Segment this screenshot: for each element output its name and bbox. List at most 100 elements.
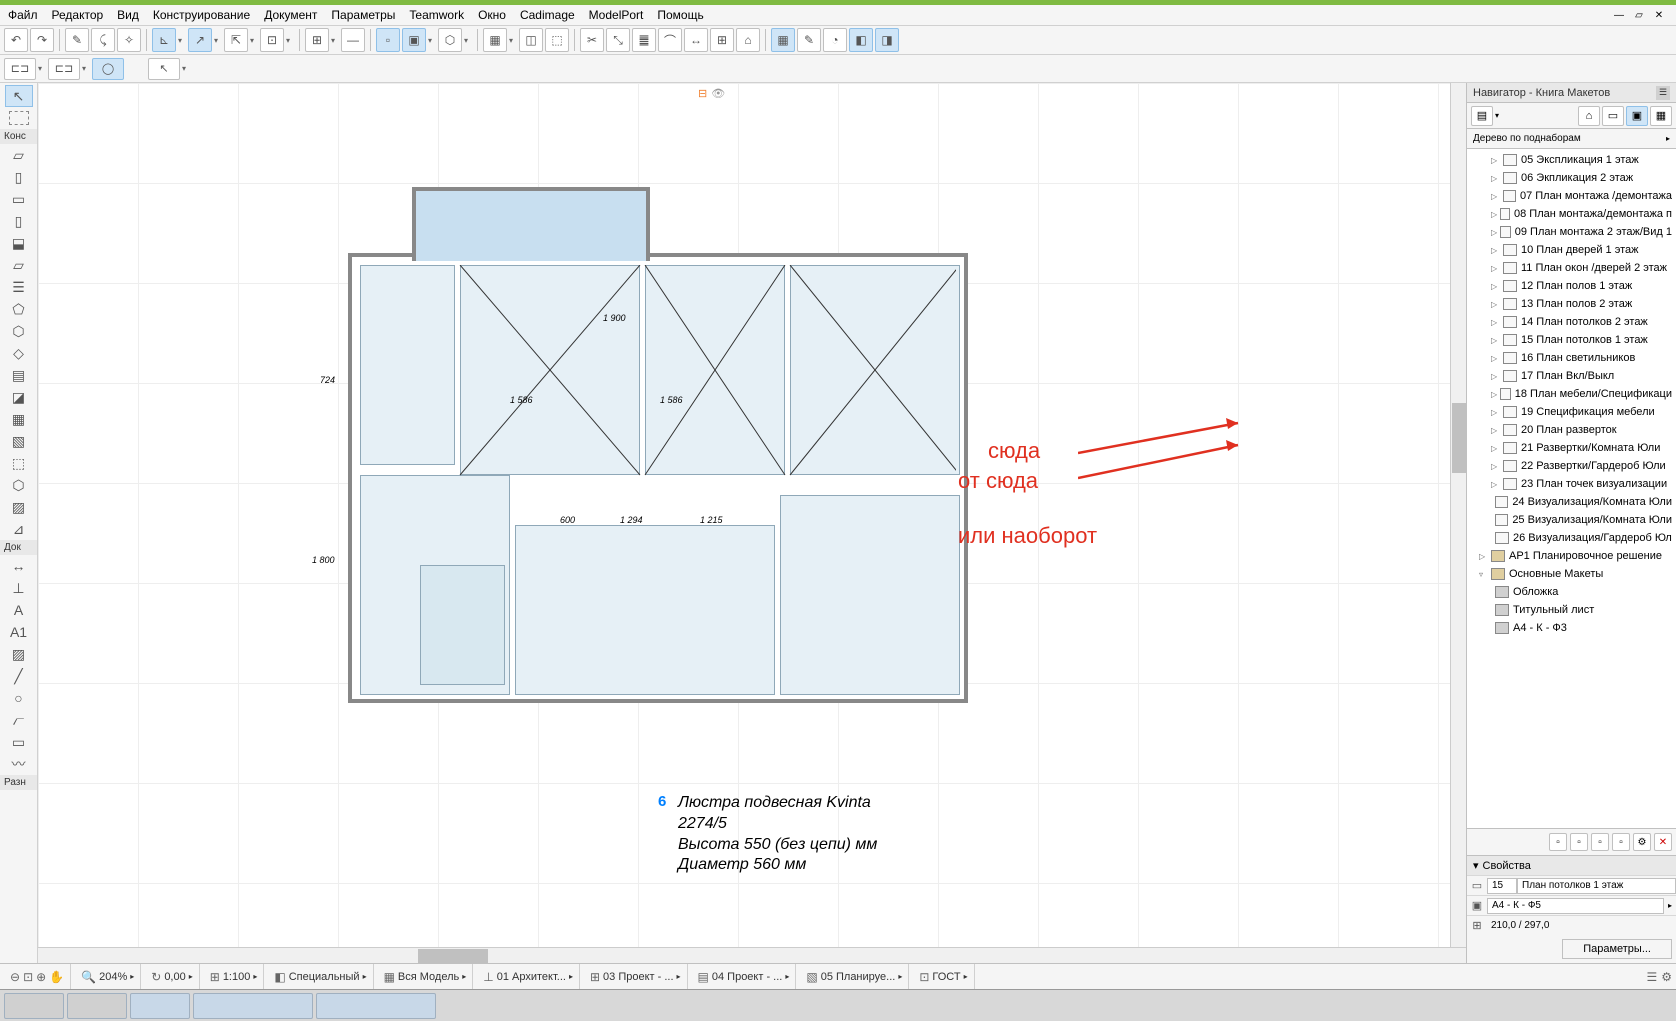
new-layout-icon[interactable]: ▫ — [1549, 833, 1567, 851]
tree-item-16[interactable]: ▷16 План светильников — [1467, 349, 1676, 367]
split-icon[interactable]: ✂ — [580, 28, 604, 52]
syringe-icon[interactable]: ⤹ — [91, 28, 115, 52]
menu-window[interactable]: Окно — [478, 8, 506, 22]
taskbar-item-3[interactable] — [130, 993, 190, 1019]
wand-icon[interactable]: ✧ — [117, 28, 141, 52]
align-icon[interactable]: ⌂ — [736, 28, 760, 52]
standard-value[interactable]: ГОСТ — [932, 971, 960, 983]
tree-item-11[interactable]: ▷11 План окон /дверей 2 этаж — [1467, 259, 1676, 277]
lamp-tool[interactable]: ⬡ — [5, 474, 33, 496]
menu-help[interactable]: Помощь — [657, 8, 703, 22]
redo-icon[interactable]: ↷ — [30, 28, 54, 52]
marquee-mode2-icon[interactable]: ⊏⊐ — [48, 58, 80, 80]
cutaway-icon[interactable]: ⬚ — [545, 28, 569, 52]
trace-bar-icon[interactable]: ⊟ — [698, 87, 707, 100]
horizontal-scrollbar[interactable] — [418, 949, 488, 963]
tree-item-07[interactable]: ▷07 План монтажа /демонтажа — [1467, 187, 1676, 205]
layout-id-field[interactable]: 15 — [1487, 878, 1517, 894]
status-tab-04[interactable]: 04 Проект - ... — [712, 971, 782, 983]
edit-icon[interactable]: ✎ — [797, 28, 821, 52]
pan-icon[interactable]: ✋ — [49, 970, 64, 984]
taskbar-item-2[interactable] — [67, 993, 127, 1019]
nav-popup-icon[interactable]: ▤ — [1471, 106, 1493, 126]
tree-item-05[interactable]: ▷05 Экспликация 1 этаж — [1467, 151, 1676, 169]
filter-value[interactable]: Специальный — [289, 971, 360, 983]
scale-value[interactable]: 1:100 — [223, 971, 251, 983]
tree-item-14[interactable]: ▷14 План потолков 2 этаж — [1467, 313, 1676, 331]
tree-item-06[interactable]: ▷06 Экпликация 2 этаж — [1467, 169, 1676, 187]
snap-guide-icon[interactable]: ⇱ — [224, 28, 248, 52]
snap-xy-icon[interactable]: ⊾ — [152, 28, 176, 52]
tree-item-12[interactable]: ▷12 План полов 1 этаж — [1467, 277, 1676, 295]
taskbar-item-1[interactable] — [4, 993, 64, 1019]
explode-icon[interactable]: ⊞ — [710, 28, 734, 52]
suspend-group-icon[interactable]: ⬡ — [438, 28, 462, 52]
roof-tool[interactable]: ⬠ — [5, 298, 33, 320]
menu-edit[interactable]: Редактор — [52, 8, 104, 22]
parameters-button[interactable]: Параметры... — [1562, 939, 1672, 959]
master-layout-field[interactable]: А4 - К - Ф5 — [1487, 898, 1664, 914]
column-tool[interactable]: ▯ — [5, 210, 33, 232]
spline-tool[interactable]: 〰 — [5, 753, 33, 775]
slab-tool[interactable]: ▱ — [5, 254, 33, 276]
filter-icon[interactable]: ▦ — [483, 28, 507, 52]
taskbar-item-4[interactable] — [193, 993, 313, 1019]
tree-item-19[interactable]: ▷19 Спецификация мебели — [1467, 403, 1676, 421]
object-tool[interactable]: ⬚ — [5, 452, 33, 474]
tree-mode-dropdown[interactable]: Дерево по поднаборам▸ — [1467, 129, 1676, 149]
wall-tool[interactable]: ▱ — [5, 144, 33, 166]
skylight-tool[interactable]: ◇ — [5, 342, 33, 364]
grid-snap-icon[interactable]: ⊞ — [305, 28, 329, 52]
marquee-mode3-icon[interactable]: ◯ — [92, 58, 124, 80]
circle-tool[interactable]: ○ — [5, 687, 33, 709]
morph-tool[interactable]: ◪ — [5, 386, 33, 408]
arrow-tool-icon[interactable]: ↖ — [148, 58, 180, 80]
tree-item-10[interactable]: ▷10 План дверей 1 этаж — [1467, 241, 1676, 259]
tree-item-09[interactable]: ▷09 План монтажа 2 этаж/Вид 1 — [1467, 223, 1676, 241]
tree-item-24[interactable]: 24 Визуализация/Комната Юли — [1467, 493, 1676, 511]
text-tool[interactable]: A — [5, 599, 33, 621]
level-dim-tool[interactable]: ⊥ — [5, 577, 33, 599]
fillet-icon[interactable]: ⌒ — [658, 28, 682, 52]
tree-item-22[interactable]: ▷22 Развертки/Гардероб Юли — [1467, 457, 1676, 475]
guidelines-icon[interactable]: ↗ — [188, 28, 212, 52]
menu-file[interactable]: Файл — [8, 8, 38, 22]
menu-design[interactable]: Конструирование — [153, 8, 250, 22]
window-restore[interactable]: ▱ — [1630, 8, 1648, 22]
new-subset-icon[interactable]: ▫ — [1591, 833, 1609, 851]
new-master-icon[interactable]: ▫ — [1570, 833, 1588, 851]
tree-folder-ap1[interactable]: ▷АР1 Планировочное решение — [1467, 547, 1676, 565]
delete-icon[interactable]: ✕ — [1654, 833, 1672, 851]
tree-item-08[interactable]: ▷08 План монтажа/демонтажа п — [1467, 205, 1676, 223]
menu-modelport[interactable]: ModelPort — [589, 8, 644, 22]
curtain-wall-tool[interactable]: ▤ — [5, 364, 33, 386]
stair-tool[interactable]: ☰ — [5, 276, 33, 298]
ruler-icon[interactable]: — — [341, 28, 365, 52]
trace-ref-icon[interactable]: ◧ — [849, 28, 873, 52]
drawing-tool[interactable]: ▭ — [5, 731, 33, 753]
tree-item-13[interactable]: ▷13 План полов 2 этаж — [1467, 295, 1676, 313]
menu-view[interactable]: Вид — [117, 8, 139, 22]
polyline-tool[interactable]: ⦧ — [5, 709, 33, 731]
update-icon[interactable]: ▫ — [1612, 833, 1630, 851]
menu-cadimage[interactable]: Cadimage — [520, 8, 575, 22]
menu-teamwork[interactable]: Teamwork — [409, 8, 464, 22]
show-all-icon[interactable]: ◨ — [875, 28, 899, 52]
group-suspend-icon[interactable]: ▦ — [771, 28, 795, 52]
tree-folder-masters[interactable]: ▿Основные Макеты — [1467, 565, 1676, 583]
publisher-icon[interactable]: ▦ — [1650, 106, 1672, 126]
window-close[interactable]: ✕ — [1650, 8, 1668, 22]
surface-snap-icon[interactable]: ▣ — [402, 28, 426, 52]
element-snap-icon[interactable]: ▫ — [376, 28, 400, 52]
status-tab-03[interactable]: 03 Проект - ... — [603, 971, 673, 983]
undo-icon[interactable]: ↶ — [4, 28, 28, 52]
menu-document[interactable]: Документ — [264, 8, 317, 22]
lock-icon[interactable]: ◔ — [823, 28, 847, 52]
tree-master-cover[interactable]: Обложка — [1467, 583, 1676, 601]
elevation-tool[interactable]: ⊿ — [5, 518, 33, 540]
quick-options-icon[interactable]: ⚙ — [1661, 970, 1672, 984]
tree-master-a4[interactable]: А4 - К - Ф3 — [1467, 619, 1676, 637]
settings-icon[interactable]: ⚙ — [1633, 833, 1651, 851]
intersect-icon[interactable]: ䷀ — [632, 28, 656, 52]
layout-book-icon[interactable]: ▣ — [1626, 106, 1648, 126]
